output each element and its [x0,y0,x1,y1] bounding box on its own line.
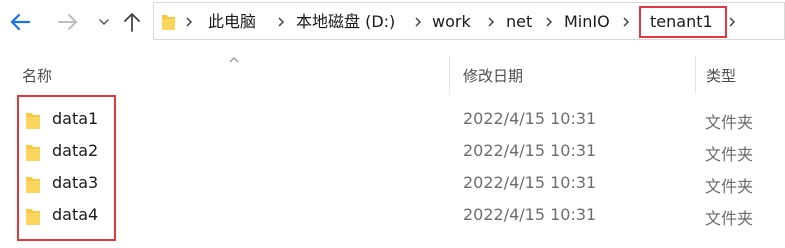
sort-up-icon [229,57,239,63]
breadcrumb-minio[interactable]: MinIO [564,12,610,32]
breadcrumb-this-pc[interactable]: 此电脑 [208,12,256,32]
chevron-right-icon[interactable] [545,16,553,28]
item-type: 文件夹 [705,113,754,132]
item-modified: 2022/4/15 10:31 [463,173,597,192]
chevron-right-icon[interactable] [622,16,630,28]
column-modified-header[interactable]: 修改日期 [463,65,523,86]
chevron-right-icon[interactable] [414,16,422,28]
folder-icon [162,15,175,30]
breadcrumb-net[interactable]: net [506,12,532,32]
folder-names-highlight [17,95,116,241]
chevron-right-icon[interactable] [487,16,495,28]
item-type: 文件夹 [705,145,754,164]
list-item[interactable]: data4 2022/4/15 10:31 文件夹 [0,199,785,231]
chevron-right-icon[interactable] [185,16,193,28]
back-button[interactable] [6,8,34,36]
arrow-left-icon [10,13,31,31]
column-header-row: 名称 修改日期 类型 [0,56,785,94]
item-modified: 2022/4/15 10:31 [463,205,597,224]
breadcrumb-local-disk[interactable]: 本地磁盘 (D:) [296,12,395,32]
item-type: 文件夹 [705,177,754,196]
item-type: 文件夹 [705,209,754,228]
list-item[interactable]: data1 2022/4/15 10:31 文件夹 [0,103,785,135]
column-type-header[interactable]: 类型 [706,65,736,86]
recent-locations-button[interactable] [90,8,118,36]
item-modified: 2022/4/15 10:31 [463,109,597,128]
arrow-right-icon [58,14,77,30]
chevron-right-icon[interactable] [728,16,736,28]
chevron-down-icon [99,19,109,26]
chevron-right-icon[interactable] [277,16,285,28]
arrow-up-icon [124,13,140,32]
item-modified: 2022/4/15 10:31 [463,141,597,160]
up-button[interactable] [118,8,146,36]
list-item[interactable]: data3 2022/4/15 10:31 文件夹 [0,167,785,199]
column-name-header[interactable]: 名称 [22,65,52,86]
list-item[interactable]: data2 2022/4/15 10:31 文件夹 [0,135,785,167]
column-divider[interactable] [449,56,450,94]
forward-button[interactable] [54,8,82,36]
column-divider[interactable] [695,56,696,94]
breadcrumb-highlight [639,6,727,38]
breadcrumb-work[interactable]: work [432,12,471,32]
